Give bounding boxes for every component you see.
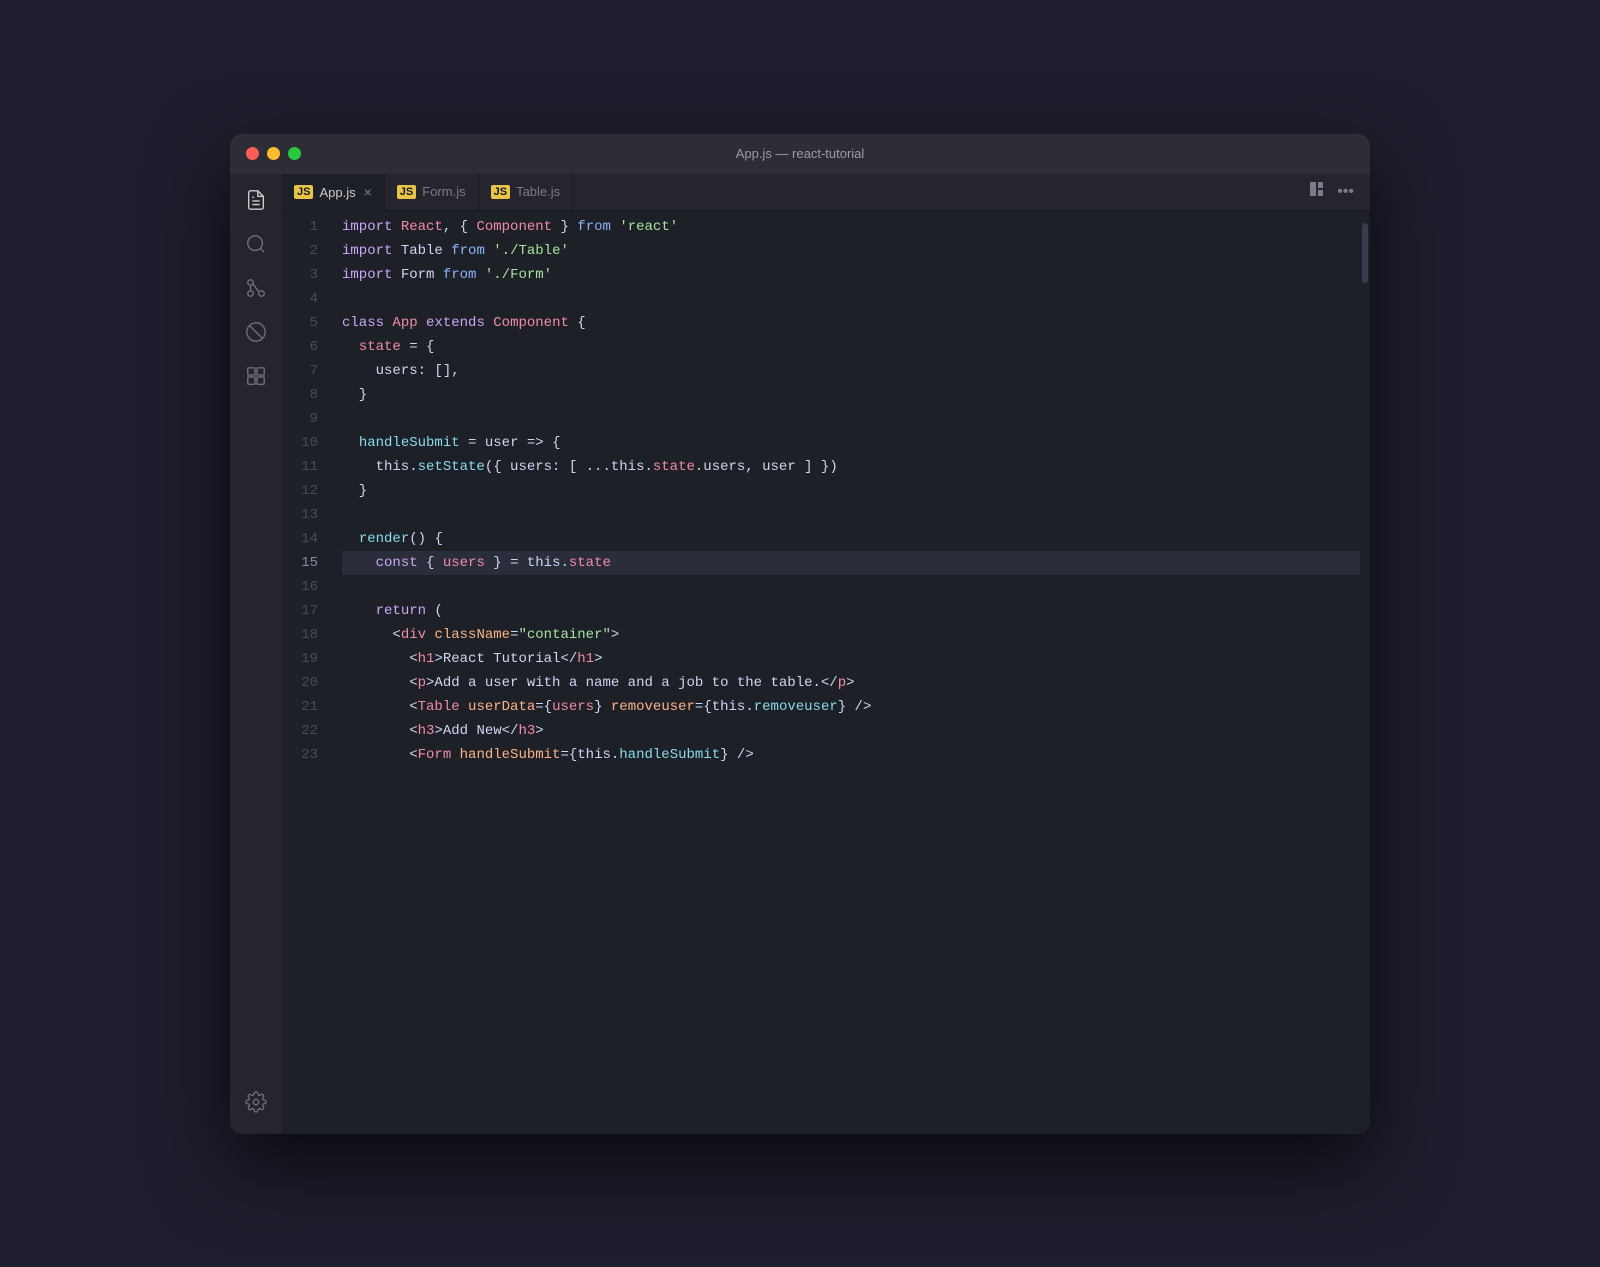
line-num-17: 17	[282, 599, 334, 623]
code-line-21: <Table userData={users} removeuser={this…	[342, 695, 1360, 719]
line-num-9: 9	[282, 407, 334, 431]
line-num-11: 11	[282, 455, 334, 479]
editor-area: JS App.js × JS Form.js JS Table.js	[282, 174, 1370, 1134]
code-line-19: <h1>React Tutorial</h1>	[342, 647, 1360, 671]
line-num-5: 5	[282, 311, 334, 335]
activity-icon-git[interactable]	[238, 270, 274, 306]
tab-close-button[interactable]: ×	[364, 185, 372, 199]
window-title: App.js — react-tutorial	[736, 146, 865, 161]
code-line-11: this.setState({ users: [ ...this.state.u…	[342, 455, 1360, 479]
tab-label: App.js	[319, 185, 355, 200]
tab-app-js[interactable]: JS App.js ×	[282, 174, 385, 211]
code-line-12: }	[342, 479, 1360, 503]
vscode-window: App.js — react-tutorial	[230, 134, 1370, 1134]
close-button[interactable]	[246, 147, 259, 160]
titlebar: App.js — react-tutorial	[230, 134, 1370, 174]
line-num-4: 4	[282, 287, 334, 311]
line-num-14: 14	[282, 527, 334, 551]
activity-icon-extensions[interactable]	[238, 358, 274, 394]
line-num-19: 19	[282, 647, 334, 671]
maximize-button[interactable]	[288, 147, 301, 160]
code-line-7: users: [],	[342, 359, 1360, 383]
line-num-10: 10	[282, 431, 334, 455]
activity-icon-search[interactable]	[238, 226, 274, 262]
line-num-1: 1	[282, 215, 334, 239]
code-line-10: handleSubmit = user => {	[342, 431, 1360, 455]
window-controls	[246, 147, 301, 160]
line-num-23: 23	[282, 743, 334, 767]
code-line-16	[342, 575, 1360, 599]
line-num-22: 22	[282, 719, 334, 743]
code-line-3: import Form from './Form'	[342, 263, 1360, 287]
more-actions-button[interactable]: •••	[1333, 179, 1358, 205]
tab-form-js[interactable]: JS Form.js	[385, 174, 479, 211]
activity-bar	[230, 174, 282, 1134]
line-num-18: 18	[282, 623, 334, 647]
minimize-button[interactable]	[267, 147, 280, 160]
code-editor: 1 2 3 4 5 6 7 8 9 10 11 12 13 14 15 16 1	[282, 211, 1370, 1134]
tab-table-js[interactable]: JS Table.js	[479, 174, 574, 211]
code-line-17: return (	[342, 599, 1360, 623]
code-line-1: import React, { Component } from 'react'	[342, 215, 1360, 239]
tab-form-label: Form.js	[422, 184, 465, 199]
tabs-actions: •••	[1305, 177, 1370, 206]
code-line-4	[342, 287, 1360, 311]
line-num-12: 12	[282, 479, 334, 503]
line-num-8: 8	[282, 383, 334, 407]
line-numbers: 1 2 3 4 5 6 7 8 9 10 11 12 13 14 15 16 1	[282, 211, 334, 1134]
code-line-15: const { users } = this.state	[342, 551, 1360, 575]
line-num-7: 7	[282, 359, 334, 383]
vertical-scrollbar[interactable]	[1360, 211, 1370, 1134]
tabs-bar: JS App.js × JS Form.js JS Table.js	[282, 174, 1370, 211]
line-num-21: 21	[282, 695, 334, 719]
activity-icon-settings[interactable]	[238, 1090, 274, 1126]
code-line-18: <div className="container">	[342, 623, 1360, 647]
scrollbar-thumb[interactable]	[1362, 223, 1368, 283]
line-num-15: 15	[282, 551, 334, 575]
code-line-9	[342, 407, 1360, 431]
code-line-22: <h3>Add New</h3>	[342, 719, 1360, 743]
code-line-6: state = {	[342, 335, 1360, 359]
line-num-13: 13	[282, 503, 334, 527]
main-area: JS App.js × JS Form.js JS Table.js	[230, 174, 1370, 1134]
line-num-20: 20	[282, 671, 334, 695]
js-icon: JS	[294, 185, 313, 199]
code-line-5: class App extends Component {	[342, 311, 1360, 335]
tab-table-label: Table.js	[516, 184, 560, 199]
split-editor-button[interactable]	[1305, 177, 1329, 206]
js-icon-table: JS	[491, 185, 510, 199]
line-num-2: 2	[282, 239, 334, 263]
code-line-14: render() {	[342, 527, 1360, 551]
code-line-8: }	[342, 383, 1360, 407]
activity-icon-files[interactable]	[238, 182, 274, 218]
code-line-2: import Table from './Table'	[342, 239, 1360, 263]
activity-icon-debug[interactable]	[238, 314, 274, 350]
code-content[interactable]: import React, { Component } from 'react'…	[334, 211, 1360, 1134]
line-num-6: 6	[282, 335, 334, 359]
code-line-13	[342, 503, 1360, 527]
line-num-3: 3	[282, 263, 334, 287]
js-icon-form: JS	[397, 185, 416, 199]
line-num-16: 16	[282, 575, 334, 599]
code-line-20: <p>Add a user with a name and a job to t…	[342, 671, 1360, 695]
code-line-23: <Form handleSubmit={this.handleSubmit} /…	[342, 743, 1360, 767]
